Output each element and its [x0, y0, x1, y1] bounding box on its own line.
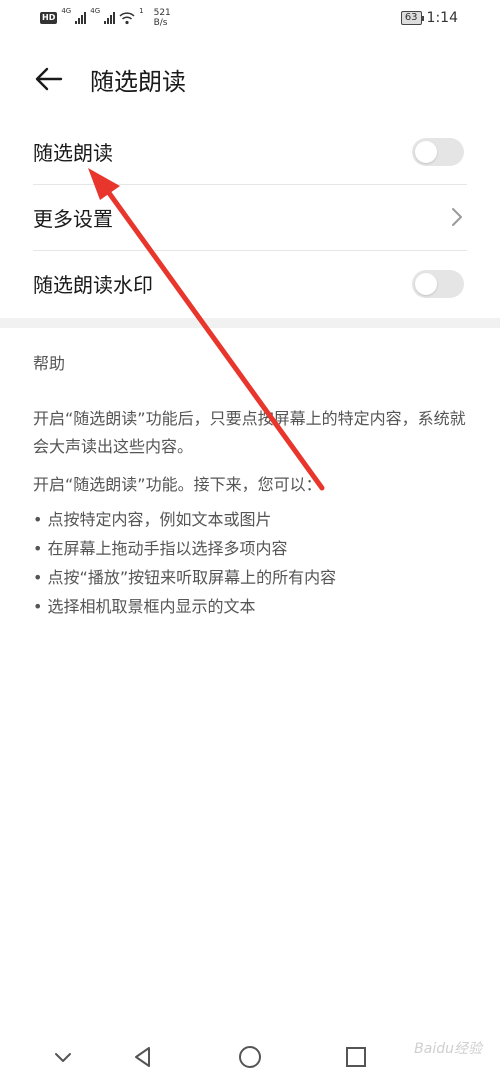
- watermark-switch[interactable]: [412, 270, 464, 298]
- help-paragraph: 开启“随选朗读”功能后，只要点按屏幕上的特定内容，系统就会大声读出这些内容。: [33, 409, 466, 456]
- wifi-icon: [119, 12, 135, 25]
- status-bar: HD 4G 4G 1 521 B/s 63 1:14: [0, 0, 500, 40]
- chevron-right-icon: [452, 208, 462, 226]
- signal-icon: [104, 12, 116, 24]
- help-bullet: 点按特定内容，例如文本或图片: [33, 505, 473, 534]
- help-paragraph: 开启“随选朗读”功能。接下来，您可以：: [33, 475, 322, 494]
- help-title: 帮助: [33, 354, 66, 373]
- nav-recents-icon[interactable]: [341, 1042, 371, 1072]
- setting-label: 随选朗读水印: [33, 273, 153, 297]
- setting-label: 随选朗读: [33, 141, 113, 165]
- setting-label: 更多设置: [33, 207, 113, 231]
- wifi-badge: 1: [139, 7, 144, 15]
- battery-icon: 63: [400, 11, 424, 25]
- network-type-1: 4G: [61, 7, 72, 15]
- status-right: 63 1:14: [400, 10, 458, 26]
- status-left: HD 4G 4G 1 521 B/s: [40, 8, 171, 28]
- nav-home-icon[interactable]: [235, 1042, 265, 1072]
- help-bullet: 选择相机取景框内显示的文本: [33, 592, 473, 621]
- page-title: 随选朗读: [90, 68, 186, 96]
- read-aloud-switch[interactable]: [412, 138, 464, 166]
- help-bullet-list: 点按特定内容，例如文本或图片 在屏幕上拖动手指以选择多项内容 点按“播放”按钮来…: [33, 505, 473, 621]
- switch-knob: [415, 273, 437, 295]
- setting-row-more[interactable]: 更多设置: [0, 184, 500, 250]
- signal-icon: [75, 12, 87, 24]
- back-arrow-icon[interactable]: [34, 64, 64, 94]
- speed-unit: B/s: [153, 18, 168, 28]
- switch-knob: [415, 141, 437, 163]
- speed-value: 521: [153, 8, 171, 18]
- help-bullet: 在屏幕上拖动手指以选择多项内容: [33, 534, 473, 563]
- watermark-logo: Baidu经验: [414, 1041, 482, 1057]
- setting-row-watermark[interactable]: 随选朗读水印: [0, 250, 500, 316]
- network-type-2: 4G: [90, 7, 101, 15]
- network-speed: 521 B/s: [154, 8, 171, 28]
- app-header: 随选朗读: [0, 48, 500, 112]
- setting-row-read-aloud[interactable]: 随选朗读: [0, 118, 500, 184]
- section-gap: [0, 318, 500, 328]
- help-bullet: 点按“播放”按钮来听取屏幕上的所有内容: [33, 563, 473, 592]
- chevron-down-icon[interactable]: [48, 1042, 78, 1072]
- clock: 1:14: [426, 10, 458, 26]
- hd-badge: HD: [40, 12, 58, 24]
- nav-back-icon[interactable]: [128, 1042, 158, 1072]
